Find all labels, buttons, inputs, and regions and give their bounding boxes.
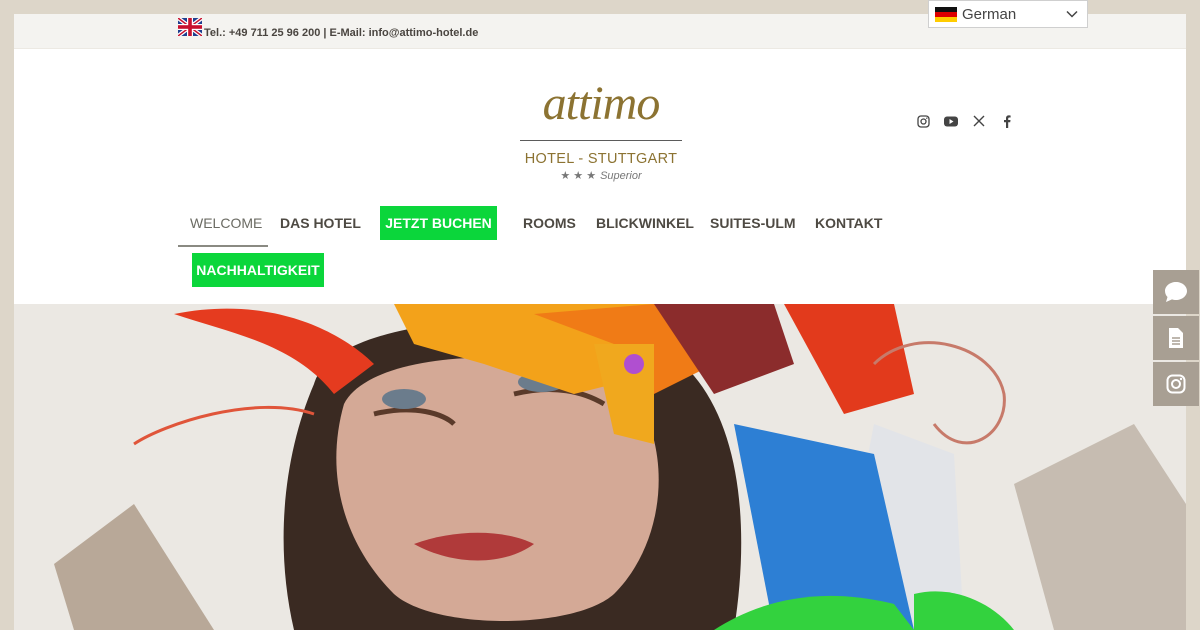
x-icon[interactable] (972, 114, 986, 128)
document-icon (1169, 328, 1183, 348)
logo-wordmark: attimo (542, 77, 661, 130)
nav-blickwinkel[interactable]: BLICKWINKEL (596, 215, 694, 231)
facebook-icon[interactable] (1000, 114, 1014, 128)
nav-rooms[interactable]: ROOMS (523, 215, 576, 231)
logo-rating: ★ ★ ★ Superior (520, 169, 682, 182)
language-selected-value: German (962, 5, 1017, 23)
side-tab-chat[interactable] (1153, 270, 1199, 314)
hero-image (14, 304, 1186, 630)
logo-subtitle: HOTEL - STUTTGART (524, 151, 678, 167)
chevron-down-icon (1066, 10, 1078, 18)
nav-kontakt[interactable]: KONTAKT (815, 215, 882, 231)
page-container: Tel.: +49 711 25 96 200 | E-Mail: info@a… (14, 14, 1186, 630)
contact-text: Tel.: +49 711 25 96 200 | E-Mail: info@a… (204, 27, 479, 39)
youtube-icon[interactable] (944, 114, 958, 128)
hero-artwork (14, 304, 1186, 630)
nav-active-indicator (178, 245, 268, 247)
uk-flag-icon[interactable] (178, 18, 202, 36)
instagram-icon (1166, 374, 1186, 394)
side-tab-instagram[interactable] (1153, 362, 1199, 406)
instagram-icon[interactable] (916, 114, 930, 128)
hotel-logo[interactable]: attimo HOTEL - STUTTGART ★ ★ ★ Superior (520, 80, 682, 200)
side-tabs (1153, 270, 1199, 408)
nav-nachhaltigkeit-button[interactable]: NACHHALTIGKEIT (192, 253, 324, 287)
language-select[interactable]: German (928, 0, 1088, 28)
book-now-button[interactable]: JETZT BUCHEN (380, 206, 497, 240)
rating-label: Superior (600, 170, 642, 182)
nav-das-hotel[interactable]: DAS HOTEL (280, 215, 361, 231)
social-links (916, 114, 1014, 128)
nav-suites-ulm[interactable]: SUITES-ULM (710, 215, 796, 231)
logo-divider (520, 140, 682, 141)
side-tab-document[interactable] (1153, 316, 1199, 360)
contact-info: Tel.: +49 711 25 96 200 | E-Mail: info@a… (204, 27, 478, 39)
chat-icon (1165, 282, 1187, 302)
nav-welcome[interactable]: WELCOME (190, 215, 262, 231)
german-flag-icon (935, 6, 957, 22)
rating-stars: ★ ★ ★ (560, 170, 597, 182)
